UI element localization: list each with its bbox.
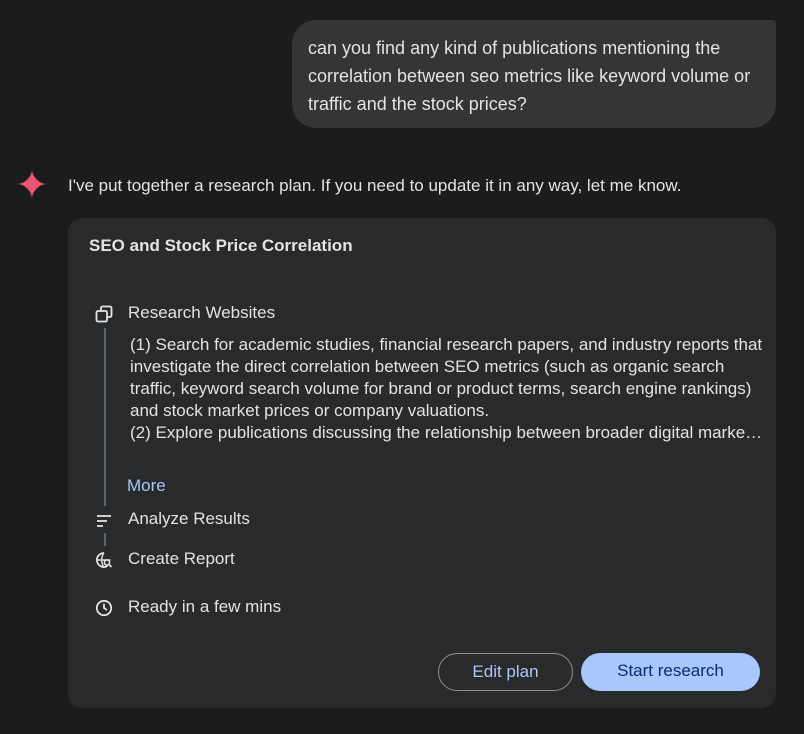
step-analyze-results-label: Analyze Results	[128, 507, 250, 531]
step-research-websites-label: Research Websites	[128, 301, 275, 325]
edit-plan-button[interactable]: Edit plan	[438, 653, 573, 691]
start-research-button[interactable]: Start research	[581, 653, 760, 691]
assistant-message-text: I've put together a research plan. If yo…	[68, 174, 681, 198]
timeline-connector	[104, 533, 106, 546]
more-link[interactable]: More	[127, 474, 166, 498]
research-plan-card: SEO and Stock Price Correlation Research…	[68, 218, 776, 708]
sparkle-icon	[17, 169, 47, 199]
eta-label: Ready in a few mins	[128, 595, 281, 619]
create-report-icon	[95, 551, 113, 569]
step-create-report-label: Create Report	[128, 547, 235, 571]
step-research-websites-description: (1) Search for academic studies, financi…	[130, 334, 766, 466]
user-message-text: can you find any kind of publications me…	[308, 38, 750, 114]
user-message-bubble: can you find any kind of publications me…	[292, 20, 776, 128]
plan-title: SEO and Stock Price Correlation	[89, 234, 353, 258]
analyze-results-icon	[95, 512, 113, 530]
step-description-part-1: (1) Search for academic studies, financi…	[130, 334, 766, 422]
clock-icon	[95, 599, 113, 617]
step-description-part-2: (2) Explore publications discussing the …	[130, 422, 766, 444]
research-websites-icon	[95, 305, 113, 323]
timeline-connector	[104, 328, 106, 506]
chat-page: can you find any kind of publications me…	[0, 0, 804, 734]
